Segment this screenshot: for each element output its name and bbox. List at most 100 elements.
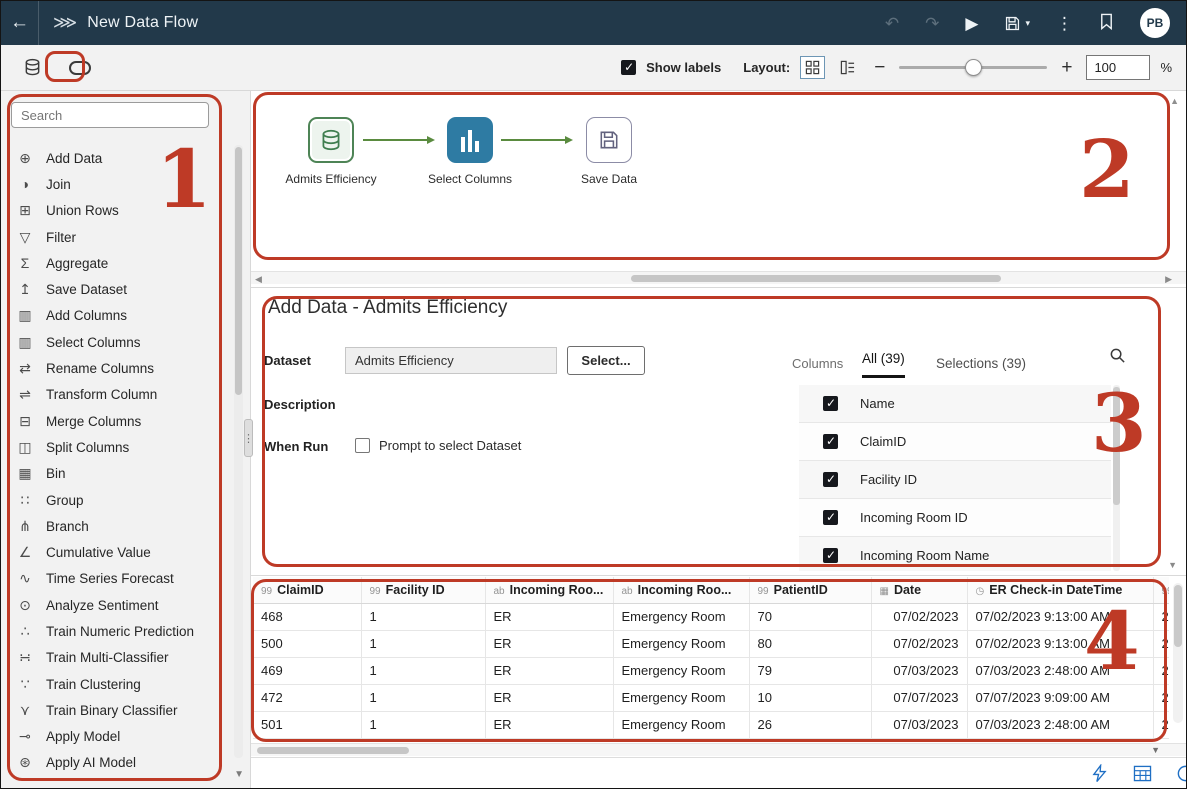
top-bar: ← ⋙ New Data Flow ↶ ↷ ▶ ▾ ⋮ PB	[1, 1, 1186, 45]
sidebar-item-train-clustering[interactable]: ∵Train Clustering	[1, 671, 228, 697]
column-header-incoming-room-name[interactable]: abIncoming Roo...	[613, 577, 749, 603]
node-admits-efficiency[interactable]: Admits Efficiency	[271, 117, 391, 186]
sidebar-item-save-dataset[interactable]: ↥Save Dataset	[1, 276, 228, 302]
sidebar-item-rename-columns[interactable]: ⇄Rename Columns	[1, 355, 228, 381]
sidebar-item-union-rows[interactable]: ⊞Union Rows	[1, 198, 228, 224]
back-button[interactable]: ←	[1, 1, 39, 45]
sidebar-item-add-data[interactable]: ⊕Add Data	[1, 145, 228, 171]
show-labels-checkbox[interactable]	[621, 60, 636, 75]
sidebar-item-apply-model[interactable]: ⊸Apply Model	[1, 724, 228, 750]
tab-selections[interactable]: Selections (39)	[936, 356, 1026, 371]
dataflow-view-icon[interactable]	[67, 55, 93, 81]
table-vscrollbar-thumb[interactable]	[1174, 585, 1182, 647]
table-cell: 07/07/2023 9:09:00 AM	[967, 684, 1153, 711]
sidebar-item-aggregate[interactable]: ΣAggregate	[1, 250, 228, 276]
column-checkbox[interactable]	[823, 472, 838, 487]
sidebar-scrollbar-thumb[interactable]	[235, 147, 242, 395]
column-checkbox[interactable]	[823, 396, 838, 411]
table-scroll-down-icon[interactable]: ▼	[1151, 745, 1160, 755]
sidebar-item-train-binary-classifier[interactable]: ⋎Train Binary Classifier	[1, 697, 228, 723]
zoom-slider[interactable]	[899, 59, 1047, 76]
bookmark-icon[interactable]	[1099, 13, 1114, 33]
column-row-claimid[interactable]: ClaimID	[799, 423, 1111, 461]
table-hscrollbar[interactable]: ▼	[251, 743, 1186, 756]
sidebar-item-apply-ai-model[interactable]: ⊛Apply AI Model	[1, 750, 228, 776]
column-row-name[interactable]: Name	[799, 385, 1111, 423]
sidebar-item-join[interactable]: ◑Join	[1, 171, 228, 197]
column-header-incoming-room-id[interactable]: abIncoming Roo...	[485, 577, 613, 603]
zoom-percent-input[interactable]	[1086, 55, 1150, 80]
sidebar-item-transform-column[interactable]: ⇌Transform Column	[1, 382, 228, 408]
panel-scroll-down-icon[interactable]: ▼	[1168, 560, 1177, 570]
analyze-sentiment-icon: ⊙	[15, 597, 35, 614]
avatar[interactable]: PB	[1140, 8, 1170, 38]
prompt-dataset-option[interactable]: Prompt to select Dataset	[355, 438, 521, 453]
sidebar-item-branch[interactable]: ⋔Branch	[1, 513, 228, 539]
refresh-data-icon[interactable]	[1090, 764, 1109, 783]
sidebar-item-train-multi-classifier[interactable]: ∺Train Multi-Classifier	[1, 645, 228, 671]
column-header-date[interactable]: ▦Date	[871, 577, 967, 603]
columns-search-icon[interactable]	[1109, 347, 1126, 369]
show-labels-label: Show labels	[646, 60, 721, 75]
canvas-hscrollbar-thumb[interactable]	[631, 275, 1001, 282]
prompt-dataset-checkbox[interactable]	[355, 438, 370, 453]
table-cell: 07/07/2023	[871, 684, 967, 711]
column-row-incoming-room-name[interactable]: Incoming Room Name	[799, 537, 1111, 571]
column-row-facility-id[interactable]: Facility ID	[799, 461, 1111, 499]
dataset-name-field[interactable]: Admits Efficiency	[345, 347, 557, 374]
sidebar-scroll-down-icon[interactable]: ▼	[234, 769, 244, 780]
table-view-icon[interactable]	[1133, 765, 1152, 782]
columns-scrollbar[interactable]	[1113, 385, 1120, 571]
data-view-icon[interactable]	[19, 55, 45, 81]
layout-grid-button[interactable]	[800, 56, 825, 79]
chart-view-icon[interactable]	[1176, 764, 1186, 783]
scroll-right-icon[interactable]: ▶	[1165, 274, 1172, 285]
sidebar-item-time-series-forecast[interactable]: ∿Time Series Forecast	[1, 566, 228, 592]
column-checkbox[interactable]	[823, 510, 838, 525]
undo-icon[interactable]: ↶	[885, 15, 899, 32]
zoom-out-button[interactable]: −	[870, 57, 889, 79]
scroll-left-icon[interactable]: ◀	[255, 274, 262, 285]
sidebar-item-split-columns[interactable]: ◫Split Columns	[1, 434, 228, 460]
table-vscrollbar[interactable]	[1173, 583, 1183, 723]
sidebar-item-train-numeric-prediction[interactable]: ∴Train Numeric Prediction	[1, 618, 228, 644]
column-header-patientid[interactable]: 99PatientID	[749, 577, 871, 603]
dataflow-canvas[interactable]: Admits Efficiency Select Columns Save Da…	[251, 91, 1186, 271]
zoom-slider-thumb[interactable]	[965, 59, 982, 76]
sidebar-item-add-columns[interactable]: ▥Add Columns	[1, 303, 228, 329]
sidebar-item-filter[interactable]: ▽Filter	[1, 224, 228, 250]
column-header-er-checkin[interactable]: ◷ER Check-in DateTime	[967, 577, 1153, 603]
column-header-facility-id[interactable]: 99Facility ID	[361, 577, 485, 603]
column-header-partial[interactable]: 99	[1153, 577, 1169, 603]
train-multi-classifier-icon: ∺	[15, 649, 35, 666]
back-arrow-icon: ←	[10, 12, 29, 34]
union-rows-icon: ⊞	[15, 202, 35, 219]
node-select-columns[interactable]: Select Columns	[410, 117, 530, 186]
run-dataflow-icon[interactable]: ▶	[965, 15, 978, 32]
sidebar-item-bin[interactable]: ▦Bin	[1, 461, 228, 487]
sidebar-item-cumulative-value[interactable]: ∠Cumulative Value	[1, 539, 228, 565]
zoom-in-button[interactable]: +	[1057, 57, 1076, 79]
canvas-scroll-up-icon[interactable]: ▲	[1170, 96, 1179, 106]
layout-list-button[interactable]	[835, 56, 860, 79]
column-header-claimid[interactable]: 99ClaimID	[253, 577, 361, 603]
column-checkbox[interactable]	[823, 434, 838, 449]
panel-splitter-handle[interactable]: ⋮	[244, 419, 253, 457]
sidebar-item-group[interactable]: ∷Group	[1, 487, 228, 513]
kebab-menu-icon[interactable]: ⋮	[1056, 15, 1073, 32]
node-save-data[interactable]: Save Data	[549, 117, 669, 186]
save-button[interactable]: ▾	[1004, 15, 1030, 32]
table-hscrollbar-thumb[interactable]	[257, 747, 409, 754]
sidebar-item-analyze-sentiment[interactable]: ⊙Analyze Sentiment	[1, 592, 228, 618]
columns-scrollbar-thumb[interactable]	[1113, 387, 1120, 505]
redo-icon[interactable]: ↷	[925, 15, 939, 32]
column-checkbox[interactable]	[823, 548, 838, 563]
select-dataset-button[interactable]: Select...	[567, 346, 645, 375]
sidebar-item-select-columns[interactable]: ▥Select Columns	[1, 329, 228, 355]
tab-all-columns[interactable]: All (39)	[862, 351, 905, 378]
sidebar-item-merge-columns[interactable]: ⊟Merge Columns	[1, 408, 228, 434]
search-input[interactable]	[11, 102, 209, 128]
canvas-hscrollbar[interactable]: ◀ ▶	[251, 271, 1186, 284]
column-row-incoming-room-id[interactable]: Incoming Room ID	[799, 499, 1111, 537]
sidebar-scrollbar[interactable]	[234, 145, 243, 758]
